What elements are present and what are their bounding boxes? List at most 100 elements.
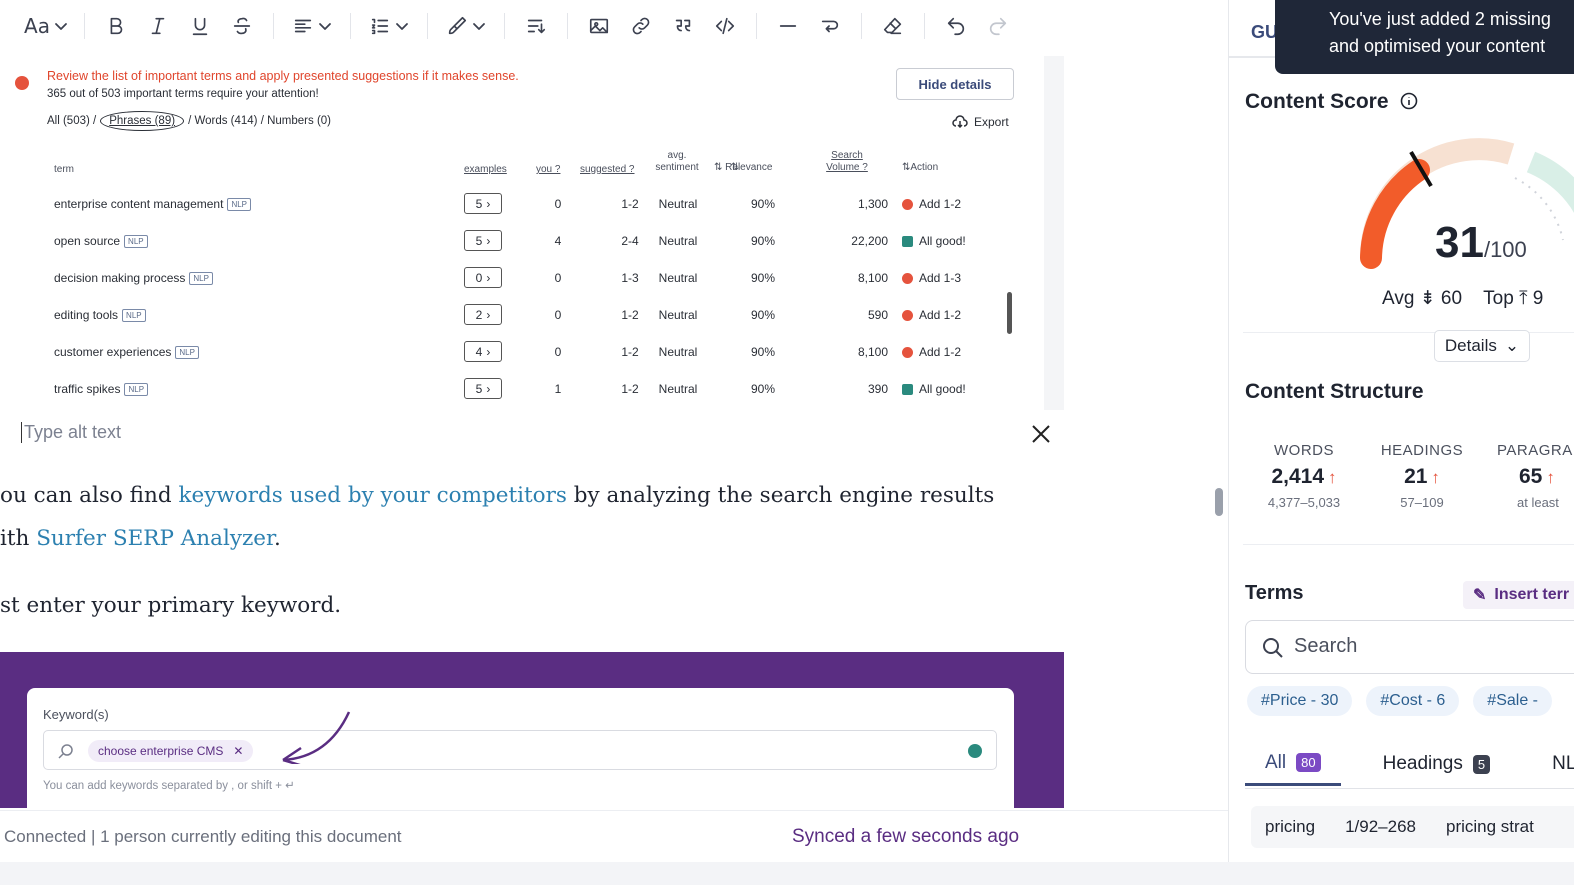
strikethrough-button[interactable] [221,8,263,44]
code-button[interactable] [704,8,746,44]
toast-notification[interactable]: You've just added 2 missing and optimise… [1275,0,1574,74]
top-value: 9 [1532,288,1544,309]
nlp-badge: NLP [124,382,149,396]
toolbar-divider [350,13,351,39]
term-row[interactable]: pricing 1/92–268 pricing strat [1251,806,1574,848]
topic-chip-price[interactable]: #Price - 30 [1247,686,1353,716]
embedded-scrollbar [1007,292,1012,334]
chevron-right-icon: › [486,270,491,285]
cell-relevance: 90% [750,271,776,285]
cell-volume: 1,300 [857,197,888,211]
cell-term: customer experiences NLP [54,345,199,359]
score-number: 31 [1435,218,1484,267]
keyword-label: Keyword(s) [43,707,109,722]
action-label: Add 1-2 [919,345,962,359]
insert-link-button[interactable] [620,8,662,44]
competitor-keywords-link[interactable]: keywords used by your competitors [178,483,566,508]
term-label: editing tools [54,308,119,322]
redo-button[interactable] [977,8,1019,44]
cell-relevance: 90% [750,345,776,359]
nlp-badge: NLP [189,271,213,285]
list-dropdown[interactable] [361,8,417,44]
underline-button[interactable] [179,8,221,44]
close-icon [1032,425,1050,443]
tab-headings[interactable]: Headings 5 [1363,742,1511,786]
content-score-title: Content Score [1245,90,1418,114]
nlp-badge: NLP [122,308,146,322]
clear-format-button[interactable] [872,8,914,44]
alert-dot-icon [902,346,913,358]
header-sentiment: avg. sentiment [655,150,699,173]
details-button[interactable]: Details ⌄ [1434,330,1530,362]
alert-dot-icon [902,198,913,210]
examples-count: 5 [475,233,483,248]
tab-guidelines[interactable]: GU [1251,22,1278,43]
cell-you: 0 [554,345,562,359]
term-label: enterprise content management [54,197,224,211]
warning-subtitle: 365 out of 503 important terms require y… [47,88,319,100]
text-wrap-button[interactable] [809,8,851,44]
embedded-keyword-screenshot[interactable]: Keyword(s) choose enterprise CMS ✕ You c… [0,652,1064,808]
close-alt-text-button[interactable] [1030,423,1052,445]
top-icon: ⤒ [1519,288,1528,309]
topic-chip-sale[interactable]: #Sale - [1473,686,1552,716]
sort-button[interactable] [515,8,557,44]
insert-image-button[interactable] [578,8,620,44]
bold-button[interactable] [95,8,137,44]
cell-suggested: 1-3 [621,271,639,285]
italic-button[interactable] [137,8,179,44]
article-paragraph-2: st enter your primary keyword. [0,593,342,618]
table-row: customer experiences NLP 4 › 0 1-2 Neutral 90% 8… [0,334,1044,371]
tab-all[interactable]: All 80 [1245,742,1341,786]
toolbar-divider [924,13,925,39]
chevron-right-icon: › [486,196,491,211]
code-icon [715,17,735,35]
tab-nlp[interactable]: NLP [1532,742,1574,786]
examples-button: 2 › [464,304,502,325]
insert-terms-button[interactable]: ✎ Insert terr [1463,581,1574,609]
table-row: enterprise content management NLP 5 › 0 1-2 Ne… [0,186,1044,223]
serp-analyzer-link[interactable]: Surfer SERP Analyzer [36,526,274,551]
chevron-down-icon [473,23,485,30]
topic-chip-cost[interactable]: #Cost - 6 [1366,686,1460,716]
strikethrough-icon [233,17,251,35]
align-dropdown[interactable] [284,8,340,44]
content-editor-sidebar: GU Content Score 31/100 Avg ⇟ 60 Top ⤒ 9… [1228,0,1574,862]
keyword-hint: You can add keywords separated by , or s… [43,780,295,792]
examples-button: 5 › [464,230,502,251]
terms-filter-tabs: All 80 Headings 5 NLP [1245,742,1574,788]
editor-scrollbar[interactable] [1215,488,1223,516]
check-icon [902,383,913,395]
action-label: Add 1-2 [919,308,962,322]
table-row: traffic spikes NLP 5 › 1 1-2 Neutral 90% 390 All … [0,371,1044,408]
cell-you: 0 [554,308,562,322]
header-you: you ? [536,164,561,175]
stat-label: HEADINGS [1380,442,1464,459]
warning-icon [15,76,29,90]
font-size-dropdown[interactable]: Aa [18,8,74,44]
term-label: open source [54,234,121,248]
terms-search-field[interactable] [1245,620,1574,674]
undo-button[interactable] [935,8,977,44]
examples-button: 5 › [464,378,502,399]
check-icon [968,744,982,758]
action-label: All good! [919,382,966,396]
alt-text-input[interactable] [21,422,421,443]
embedded-terms-screenshot[interactable]: Review the list of important terms and a… [0,56,1064,410]
examples-count: 2 [475,307,483,322]
stat-range: at least [1517,495,1559,510]
image-icon [589,18,609,34]
examples-count: 0 [475,270,483,285]
table-row: decision making process NLP 0 › 0 1-3 Neutral 9… [0,260,1044,297]
quote-button[interactable] [662,8,704,44]
keyword-card: Keyword(s) choose enterprise CMS ✕ You c… [27,688,1014,808]
terms-search-input[interactable] [1294,635,1554,658]
warning-title: Review the list of important terms and a… [47,69,519,83]
info-icon[interactable] [1400,92,1418,110]
score-max: /100 [1483,237,1527,262]
avg-icon: ⇟ [1419,288,1436,309]
horizontal-rule-button[interactable] [767,8,809,44]
toast-line-1: You've just added 2 missing [1329,9,1551,29]
stat-value: 21 ↑ [1377,465,1467,489]
highlight-dropdown[interactable] [438,8,494,44]
